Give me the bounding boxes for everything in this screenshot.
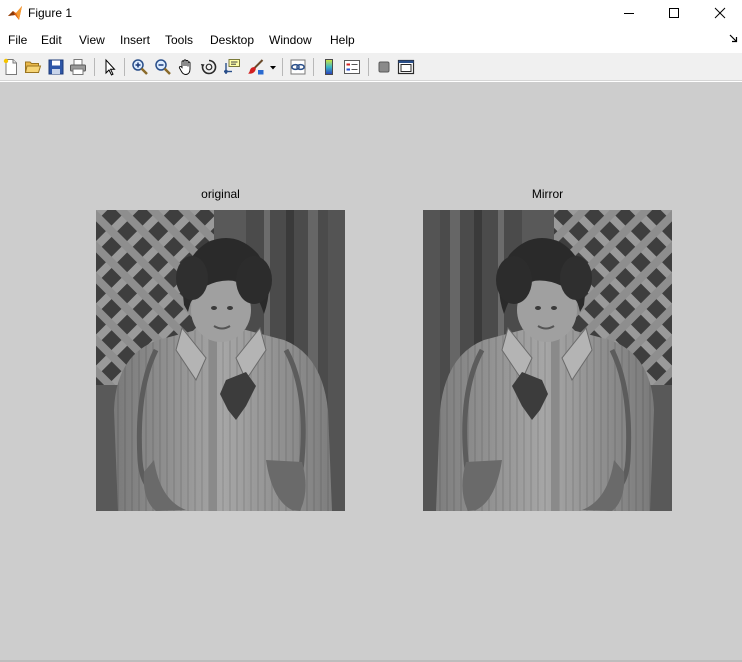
colorbar-icon (325, 59, 333, 75)
edit-plot-icon (105, 58, 116, 76)
matlab-icon (8, 6, 22, 20)
toolbar-separator (282, 58, 283, 76)
maximize-button[interactable] (651, 0, 697, 27)
menu-view[interactable]: View (79, 33, 105, 47)
new-figure-icon (3, 58, 17, 75)
window-title: Figure 1 (28, 6, 73, 20)
axes-title-mirror: Mirror (531, 187, 564, 201)
legend-icon (344, 60, 360, 74)
zoom-out-button[interactable] (153, 57, 173, 77)
toolbar-separator (313, 58, 314, 76)
open-file-icon (24, 61, 42, 73)
menu-edit[interactable]: Edit (41, 33, 62, 47)
print-icon (70, 59, 86, 75)
menu-tools[interactable]: Tools (165, 33, 193, 47)
menu-help[interactable]: Help (330, 33, 355, 47)
close-icon (714, 7, 726, 19)
hide-plot-tools-button[interactable] (374, 57, 394, 77)
zoom-in-button[interactable] (130, 57, 150, 77)
link-plot-icon (290, 59, 306, 75)
colorbar-button[interactable] (319, 57, 339, 77)
rotate-3d-button[interactable] (199, 57, 219, 77)
photo-content-mirrored (423, 210, 672, 511)
minimize-icon (624, 13, 634, 14)
menu-bar: File Edit View Insert Tools Desktop Wind… (0, 28, 742, 53)
brush-icon (248, 59, 264, 75)
print-button[interactable] (68, 57, 88, 77)
open-file-button[interactable] (23, 57, 43, 77)
menu-file[interactable]: File (8, 33, 27, 47)
pan-button[interactable] (176, 57, 196, 77)
show-plot-tools-icon (397, 59, 415, 75)
figure-toolbar (0, 53, 742, 81)
zoom-in-icon (132, 59, 148, 75)
image-mirror[interactable] (423, 210, 672, 511)
show-plot-tools-button[interactable] (396, 57, 416, 77)
data-cursor-icon (224, 59, 240, 74)
menu-desktop[interactable]: Desktop (210, 33, 254, 47)
save-icon (48, 59, 64, 75)
child-photo-image (96, 210, 345, 511)
brush-button[interactable] (246, 57, 266, 77)
rotate-3d-icon (200, 59, 217, 75)
toolbar-separator (368, 58, 369, 76)
minimize-button[interactable] (606, 0, 652, 27)
menu-window[interactable]: Window (269, 33, 312, 47)
new-figure-button[interactable] (1, 57, 21, 77)
chevron-down-icon[interactable] (270, 66, 276, 70)
link-plot-button[interactable] (288, 57, 308, 77)
legend-button[interactable] (342, 57, 362, 77)
data-cursor-button[interactable] (222, 57, 242, 77)
image-original[interactable] (96, 210, 345, 511)
zoom-out-icon (155, 59, 171, 75)
hide-plot-tools-icon (378, 61, 390, 73)
close-button[interactable] (697, 0, 742, 27)
child-photo-mirrored-image (423, 210, 672, 511)
toolbar-separator (124, 58, 125, 76)
photo-content (96, 210, 345, 511)
dock-figure-icon[interactable] (729, 34, 738, 43)
maximize-icon (669, 8, 679, 18)
toolbar-separator (94, 58, 95, 76)
pan-icon (178, 59, 191, 75)
save-button[interactable] (46, 57, 66, 77)
title-bar: Figure 1 (0, 0, 742, 27)
menu-insert[interactable]: Insert (120, 33, 150, 47)
axes-title-original: original (201, 187, 240, 201)
edit-plot-button[interactable] (100, 57, 120, 77)
